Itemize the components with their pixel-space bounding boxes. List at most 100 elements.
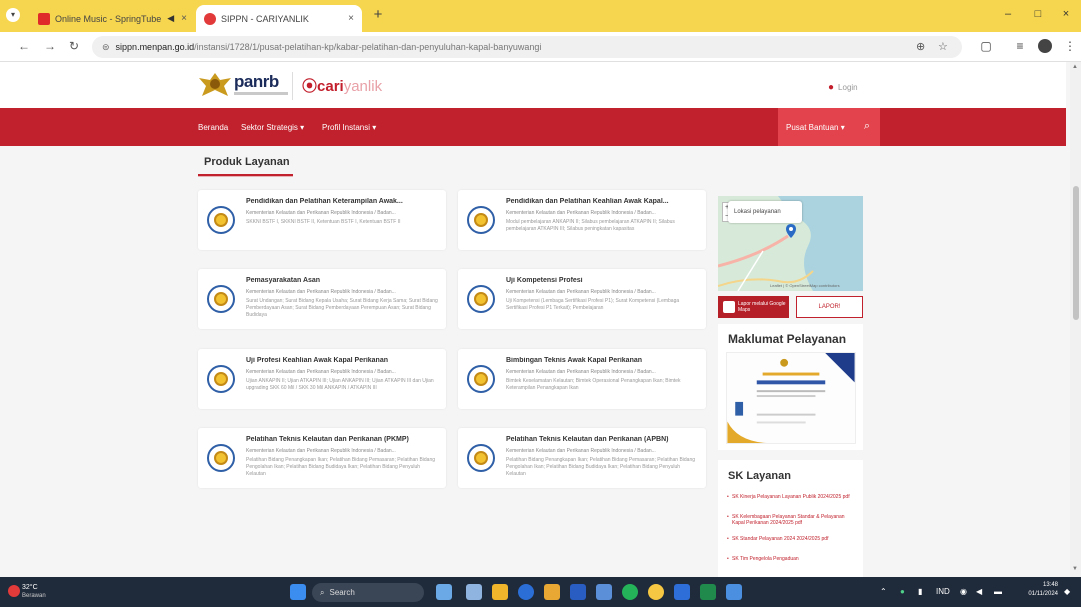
close-icon[interactable]: ×: [181, 13, 187, 24]
service-card[interactable]: Uji Profesi Keahlian Awak Kapal Perikana…: [198, 349, 446, 409]
whatsapp-icon[interactable]: [622, 584, 638, 600]
service-card[interactable]: Uji Kompetensi Profesi Kementerian Kelau…: [458, 269, 706, 329]
card-title: Pendidikan dan Pelatihan Keterampilan Aw…: [246, 198, 403, 205]
map-marker-icon[interactable]: [786, 224, 796, 238]
widgets-icon[interactable]: [436, 584, 452, 600]
back-icon[interactable]: ←: [16, 39, 32, 53]
panrb-logo[interactable]: panrb: [234, 72, 279, 92]
file-explorer-icon[interactable]: [492, 584, 508, 600]
nav-beranda[interactable]: Beranda: [198, 123, 228, 132]
search-icon[interactable]: ⌕: [864, 120, 870, 133]
card-title: Bimbingan Teknis Awak Kapal Perikanan: [506, 357, 643, 364]
sk-link[interactable]: SK Kinerja Pelayanan Layanan Publik 2024…: [727, 494, 852, 500]
site-info-icon[interactable]: ⊜: [102, 42, 110, 53]
pusat-bantuan-menu[interactable]: Pusat Bantuan ▾ ⌕: [778, 108, 880, 146]
sk-link[interactable]: SK Tim Pengelola Pengaduan: [727, 556, 852, 562]
service-card[interactable]: Pemasyarakatan Asan Kementerian Kelautan…: [198, 269, 446, 329]
service-card[interactable]: Pendidikan dan Pelatihan Keahlian Awak K…: [458, 190, 706, 250]
user-icon: ●: [828, 82, 835, 93]
card-desc: Bimtek Keselamatan Kelautan; Bimtek Oper…: [506, 378, 681, 391]
logo-underline: [234, 92, 288, 95]
sk-link[interactable]: SK Standar Pelayanan 2024 2024/2025 pdf: [727, 536, 852, 542]
windows-start-icon[interactable]: [290, 584, 306, 600]
photos-icon[interactable]: [726, 584, 742, 600]
extensions-icon[interactable]: ≡: [1012, 39, 1028, 53]
card-ministry: Kementerian Kelautan dan Perikanan Repub…: [246, 210, 396, 216]
close-icon[interactable]: ×: [348, 13, 354, 24]
volume-icon[interactable]: ◀: [976, 587, 982, 596]
folder-icon[interactable]: [544, 584, 560, 600]
kkp-emblem-icon: [207, 285, 235, 313]
tray-network-icon[interactable]: ▮: [918, 587, 922, 596]
map-attribution[interactable]: Leaflet | © OpenStreetMap contributors: [770, 283, 840, 288]
nav-sektor-strategis[interactable]: Sektor Strategis ▾: [241, 123, 304, 132]
card-desc: Modul pembelajaran ANKAPIN II; Silabus p…: [506, 219, 675, 232]
card-title: Uji Profesi Keahlian Awak Kapal Perikana…: [246, 357, 388, 364]
store-icon[interactable]: [570, 584, 586, 600]
taskbar-search[interactable]: ⌕ Search: [312, 583, 424, 602]
task-view-icon[interactable]: [466, 584, 482, 600]
service-card[interactable]: Pelatihan Teknis Kelautan dan Perikanan …: [198, 428, 446, 488]
zoom-icon[interactable]: ⊕: [916, 40, 925, 53]
sk-link[interactable]: SK Kelembagaan Pelayanan Standar & Pelay…: [727, 514, 852, 526]
tab-search-icon[interactable]: ▾: [6, 8, 20, 22]
wifi-icon[interactable]: ◉: [960, 587, 967, 596]
main-navbar: [0, 108, 1066, 146]
weather-widget[interactable]: 32°C Berawan: [8, 582, 68, 604]
maklumat-title: Maklumat Pelayanan: [728, 332, 847, 346]
card-title: Uji Kompetensi Profesi: [506, 277, 583, 284]
scroll-down-icon[interactable]: ▼: [1072, 566, 1078, 572]
weather-temp: 32°C: [22, 584, 38, 591]
maximize-button[interactable]: □: [1030, 8, 1046, 20]
web-page: panrb ⦿cariyanlik ● Login Beranda Sektor…: [0, 62, 1081, 577]
chrome-icon[interactable]: [648, 584, 664, 600]
kkp-emblem-icon: [467, 444, 495, 472]
card-desc: Pelatihan Bidang Penangkapan Ikan; Pelat…: [506, 457, 696, 477]
battery-icon[interactable]: ▬: [994, 587, 1002, 596]
tab-online-music[interactable]: Online Music - SpringTube ◀ ×: [30, 5, 195, 32]
card-ministry: Kementerian Kelautan dan Perikanan Repub…: [506, 448, 656, 454]
lapor-button[interactable]: LAPOR!: [796, 296, 863, 318]
bookmark-star-icon[interactable]: ☆: [938, 40, 948, 53]
nav-profil-instansi[interactable]: Profil Instansi ▾: [322, 123, 376, 132]
edge-icon[interactable]: [518, 584, 534, 600]
tray-chevron-icon[interactable]: ⌃: [880, 587, 887, 596]
lapor-label: Lapor melalui Google Maps: [738, 301, 786, 313]
lapor-google-maps-button[interactable]: Lapor melalui Google Maps: [718, 296, 789, 318]
excel-icon[interactable]: [700, 584, 716, 600]
language-indicator[interactable]: IND: [936, 587, 950, 596]
url-path: /instansi/1728/1/pusat-pelatihan-kp/kaba…: [194, 42, 542, 52]
service-card[interactable]: Bimbingan Teknis Awak Kapal Perikanan Ke…: [458, 349, 706, 409]
tab-sippn[interactable]: SIPPN - CARIYANLIK ×: [196, 5, 362, 32]
scroll-up-icon[interactable]: ▲: [1072, 64, 1078, 70]
new-tab-button[interactable]: +: [370, 7, 386, 23]
kkp-emblem-icon: [207, 365, 235, 393]
tray-app-icon[interactable]: ●: [900, 587, 905, 596]
pin-icon: ⦿: [302, 78, 318, 95]
word-icon[interactable]: [674, 584, 690, 600]
address-bar[interactable]: ⊜ sippn.menpan.go.id /instansi/1728/1/pu…: [92, 36, 962, 58]
menu-icon[interactable]: ⋮: [1062, 39, 1078, 53]
service-card[interactable]: Pelatihan Teknis Kelautan dan Perikanan …: [458, 428, 706, 488]
reload-icon[interactable]: ↻: [66, 39, 82, 53]
card-title: Pelatihan Teknis Kelautan dan Perikanan …: [506, 436, 669, 443]
cariyanlik-logo[interactable]: ⦿cariyanlik: [302, 75, 382, 96]
taskbar-search-label: Search: [329, 588, 355, 597]
weather-desc: Berawan: [22, 593, 46, 599]
maklumat-image[interactable]: [726, 352, 856, 444]
notification-icon[interactable]: ◆: [1064, 587, 1070, 596]
mail-icon[interactable]: [596, 584, 612, 600]
close-window-button[interactable]: ×: [1058, 8, 1074, 20]
sidebar-icon[interactable]: ▢: [978, 39, 994, 53]
login-link[interactable]: ● Login: [828, 82, 858, 93]
taskbar-clock[interactable]: 13:48 01/11/2024: [1018, 581, 1058, 599]
login-label: Login: [838, 83, 858, 92]
logo-cari-text: cari: [317, 78, 344, 95]
title-underline-shadow: [198, 176, 293, 177]
scroll-thumb[interactable]: [1073, 186, 1079, 320]
minimize-button[interactable]: –: [1000, 8, 1016, 20]
forward-icon[interactable]: →: [42, 39, 58, 53]
profile-avatar[interactable]: [1038, 39, 1052, 53]
speaker-icon[interactable]: ◀: [167, 13, 174, 24]
service-card[interactable]: Pendidikan dan Pelatihan Keterampilan Aw…: [198, 190, 446, 250]
